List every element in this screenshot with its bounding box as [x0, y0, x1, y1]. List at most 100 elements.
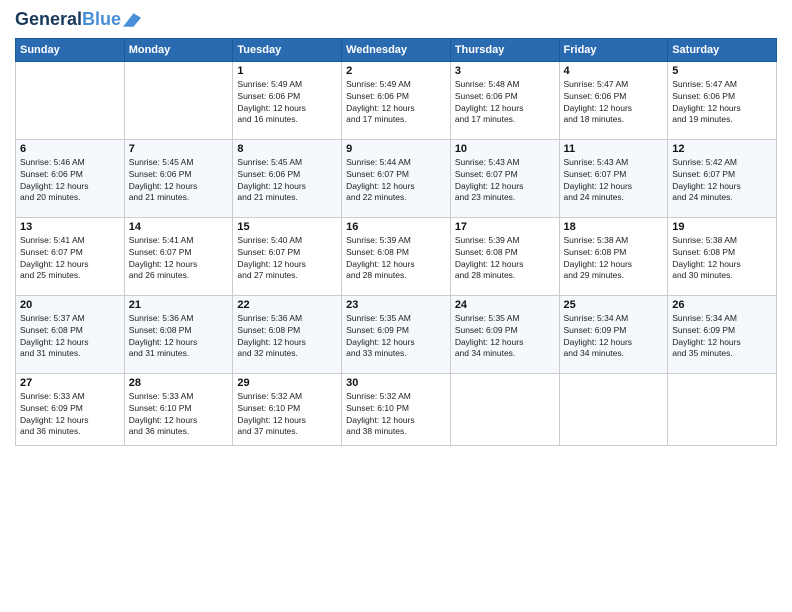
calendar-cell: 17 Sunrise: 5:39 AM Sunset: 6:08 PM Dayli…: [450, 217, 559, 295]
calendar-cell: [124, 61, 233, 139]
day-number: 17: [455, 221, 555, 233]
weekday-header: Monday: [124, 38, 233, 61]
calendar-week-row: 1 Sunrise: 5:49 AM Sunset: 6:06 PM Daylig…: [16, 61, 777, 139]
day-number: 3: [455, 65, 555, 77]
calendar-cell: 27Sunrise: 5:33 AM Sunset: 6:09 PM Dayli…: [16, 373, 125, 445]
day-info: Sunrise: 5:43 AM Sunset: 6:07 PM Dayligh…: [455, 157, 555, 205]
calendar-cell: 13 Sunrise: 5:41 AM Sunset: 6:07 PM Dayli…: [16, 217, 125, 295]
day-number: 21: [129, 299, 229, 311]
weekday-header: Sunday: [16, 38, 125, 61]
calendar-cell: [16, 61, 125, 139]
day-info: Sunrise: 5:45 AM Sunset: 6:06 PM Dayligh…: [237, 157, 337, 205]
day-number: 11: [564, 143, 664, 155]
day-number: 5: [672, 65, 772, 77]
calendar-cell: 23 Sunrise: 5:35 AM Sunset: 6:09 PM Dayli…: [342, 295, 451, 373]
calendar-body: 1 Sunrise: 5:49 AM Sunset: 6:06 PM Daylig…: [16, 61, 777, 445]
calendar-cell: 11Sunrise: 5:43 AM Sunset: 6:07 PM Dayli…: [559, 139, 668, 217]
day-info: Sunrise: 5:33 AM Sunset: 6:10 PM Dayligh…: [129, 391, 229, 439]
day-info: Sunrise: 5:32 AM Sunset: 6:10 PM Dayligh…: [237, 391, 337, 439]
day-number: 6: [20, 143, 120, 155]
calendar-cell: 16 Sunrise: 5:39 AM Sunset: 6:08 PM Dayli…: [342, 217, 451, 295]
calendar-cell: [668, 373, 777, 445]
calendar-cell: 3 Sunrise: 5:48 AM Sunset: 6:06 PM Daylig…: [450, 61, 559, 139]
calendar-cell: 1Sunrise: 5:49 AM Sunset: 6:06 PM Daylig…: [233, 61, 342, 139]
logo: GeneralBlue: [15, 10, 141, 30]
day-number: 15: [237, 221, 337, 233]
calendar-cell: 2 Sunrise: 5:49 AM Sunset: 6:06 PM Daylig…: [342, 61, 451, 139]
day-number: 16: [346, 221, 446, 233]
day-number: 4: [564, 65, 664, 77]
calendar-week-row: 13 Sunrise: 5:41 AM Sunset: 6:07 PM Dayli…: [16, 217, 777, 295]
day-info: Sunrise: 5:34 AM Sunset: 6:09 PM Dayligh…: [672, 313, 772, 361]
day-number: 30: [346, 377, 446, 389]
calendar-week-row: 20Sunrise: 5:37 AM Sunset: 6:08 PM Dayli…: [16, 295, 777, 373]
logo-text: GeneralBlue: [15, 10, 121, 30]
day-info: Sunrise: 5:44 AM Sunset: 6:07 PM Dayligh…: [346, 157, 446, 205]
day-number: 24: [455, 299, 555, 311]
day-number: 18: [564, 221, 664, 233]
day-info: Sunrise: 5:37 AM Sunset: 6:08 PM Dayligh…: [20, 313, 120, 361]
calendar-cell: 9Sunrise: 5:44 AM Sunset: 6:07 PM Daylig…: [342, 139, 451, 217]
calendar-cell: [559, 373, 668, 445]
calendar-cell: 25 Sunrise: 5:34 AM Sunset: 6:09 PM Dayli…: [559, 295, 668, 373]
calendar-cell: 10 Sunrise: 5:43 AM Sunset: 6:07 PM Dayli…: [450, 139, 559, 217]
day-info: Sunrise: 5:32 AM Sunset: 6:10 PM Dayligh…: [346, 391, 446, 439]
logo-icon: [123, 11, 141, 29]
calendar-cell: 7 Sunrise: 5:45 AM Sunset: 6:06 PM Daylig…: [124, 139, 233, 217]
calendar-cell: 6 Sunrise: 5:46 AM Sunset: 6:06 PM Daylig…: [16, 139, 125, 217]
weekday-header: Friday: [559, 38, 668, 61]
page: GeneralBlue SundayMondayTuesdayWednesday…: [0, 0, 792, 612]
calendar-cell: 12 Sunrise: 5:42 AM Sunset: 6:07 PM Dayli…: [668, 139, 777, 217]
day-number: 7: [129, 143, 229, 155]
day-info: Sunrise: 5:38 AM Sunset: 6:08 PM Dayligh…: [564, 235, 664, 283]
day-number: 22: [237, 299, 337, 311]
day-info: Sunrise: 5:42 AM Sunset: 6:07 PM Dayligh…: [672, 157, 772, 205]
calendar-table: SundayMondayTuesdayWednesdayThursdayFrid…: [15, 38, 777, 446]
calendar-header-row: SundayMondayTuesdayWednesdayThursdayFrid…: [16, 38, 777, 61]
weekday-header: Thursday: [450, 38, 559, 61]
day-number: 1: [237, 65, 337, 77]
day-info: Sunrise: 5:41 AM Sunset: 6:07 PM Dayligh…: [20, 235, 120, 283]
day-info: Sunrise: 5:48 AM Sunset: 6:06 PM Dayligh…: [455, 79, 555, 127]
weekday-header: Tuesday: [233, 38, 342, 61]
calendar-cell: 19Sunrise: 5:38 AM Sunset: 6:08 PM Dayli…: [668, 217, 777, 295]
day-number: 2: [346, 65, 446, 77]
calendar-cell: 28Sunrise: 5:33 AM Sunset: 6:10 PM Dayli…: [124, 373, 233, 445]
calendar-cell: 5 Sunrise: 5:47 AM Sunset: 6:06 PM Daylig…: [668, 61, 777, 139]
calendar-week-row: 6 Sunrise: 5:46 AM Sunset: 6:06 PM Daylig…: [16, 139, 777, 217]
calendar-cell: 8Sunrise: 5:45 AM Sunset: 6:06 PM Daylig…: [233, 139, 342, 217]
calendar-cell: 26 Sunrise: 5:34 AM Sunset: 6:09 PM Dayli…: [668, 295, 777, 373]
day-info: Sunrise: 5:45 AM Sunset: 6:06 PM Dayligh…: [129, 157, 229, 205]
calendar-cell: 22 Sunrise: 5:36 AM Sunset: 6:08 PM Dayli…: [233, 295, 342, 373]
day-info: Sunrise: 5:33 AM Sunset: 6:09 PM Dayligh…: [20, 391, 120, 439]
day-info: Sunrise: 5:36 AM Sunset: 6:08 PM Dayligh…: [237, 313, 337, 361]
day-info: Sunrise: 5:49 AM Sunset: 6:06 PM Dayligh…: [346, 79, 446, 127]
calendar-cell: 4Sunrise: 5:47 AM Sunset: 6:06 PM Daylig…: [559, 61, 668, 139]
calendar-cell: 14 Sunrise: 5:41 AM Sunset: 6:07 PM Dayli…: [124, 217, 233, 295]
day-info: Sunrise: 5:35 AM Sunset: 6:09 PM Dayligh…: [455, 313, 555, 361]
calendar-cell: 18 Sunrise: 5:38 AM Sunset: 6:08 PM Dayli…: [559, 217, 668, 295]
day-number: 26: [672, 299, 772, 311]
day-info: Sunrise: 5:47 AM Sunset: 6:06 PM Dayligh…: [672, 79, 772, 127]
day-number: 13: [20, 221, 120, 233]
day-number: 29: [237, 377, 337, 389]
day-number: 10: [455, 143, 555, 155]
day-info: Sunrise: 5:40 AM Sunset: 6:07 PM Dayligh…: [237, 235, 337, 283]
calendar-cell: 15 Sunrise: 5:40 AM Sunset: 6:07 PM Dayli…: [233, 217, 342, 295]
calendar-cell: 21 Sunrise: 5:36 AM Sunset: 6:08 PM Dayli…: [124, 295, 233, 373]
day-info: Sunrise: 5:39 AM Sunset: 6:08 PM Dayligh…: [455, 235, 555, 283]
day-info: Sunrise: 5:34 AM Sunset: 6:09 PM Dayligh…: [564, 313, 664, 361]
day-number: 14: [129, 221, 229, 233]
calendar-week-row: 27Sunrise: 5:33 AM Sunset: 6:09 PM Dayli…: [16, 373, 777, 445]
day-info: Sunrise: 5:35 AM Sunset: 6:09 PM Dayligh…: [346, 313, 446, 361]
day-info: Sunrise: 5:46 AM Sunset: 6:06 PM Dayligh…: [20, 157, 120, 205]
weekday-header: Wednesday: [342, 38, 451, 61]
day-number: 12: [672, 143, 772, 155]
day-number: 23: [346, 299, 446, 311]
day-info: Sunrise: 5:41 AM Sunset: 6:07 PM Dayligh…: [129, 235, 229, 283]
day-info: Sunrise: 5:38 AM Sunset: 6:08 PM Dayligh…: [672, 235, 772, 283]
calendar-cell: 29 Sunrise: 5:32 AM Sunset: 6:10 PM Dayli…: [233, 373, 342, 445]
day-info: Sunrise: 5:36 AM Sunset: 6:08 PM Dayligh…: [129, 313, 229, 361]
day-number: 25: [564, 299, 664, 311]
day-info: Sunrise: 5:39 AM Sunset: 6:08 PM Dayligh…: [346, 235, 446, 283]
